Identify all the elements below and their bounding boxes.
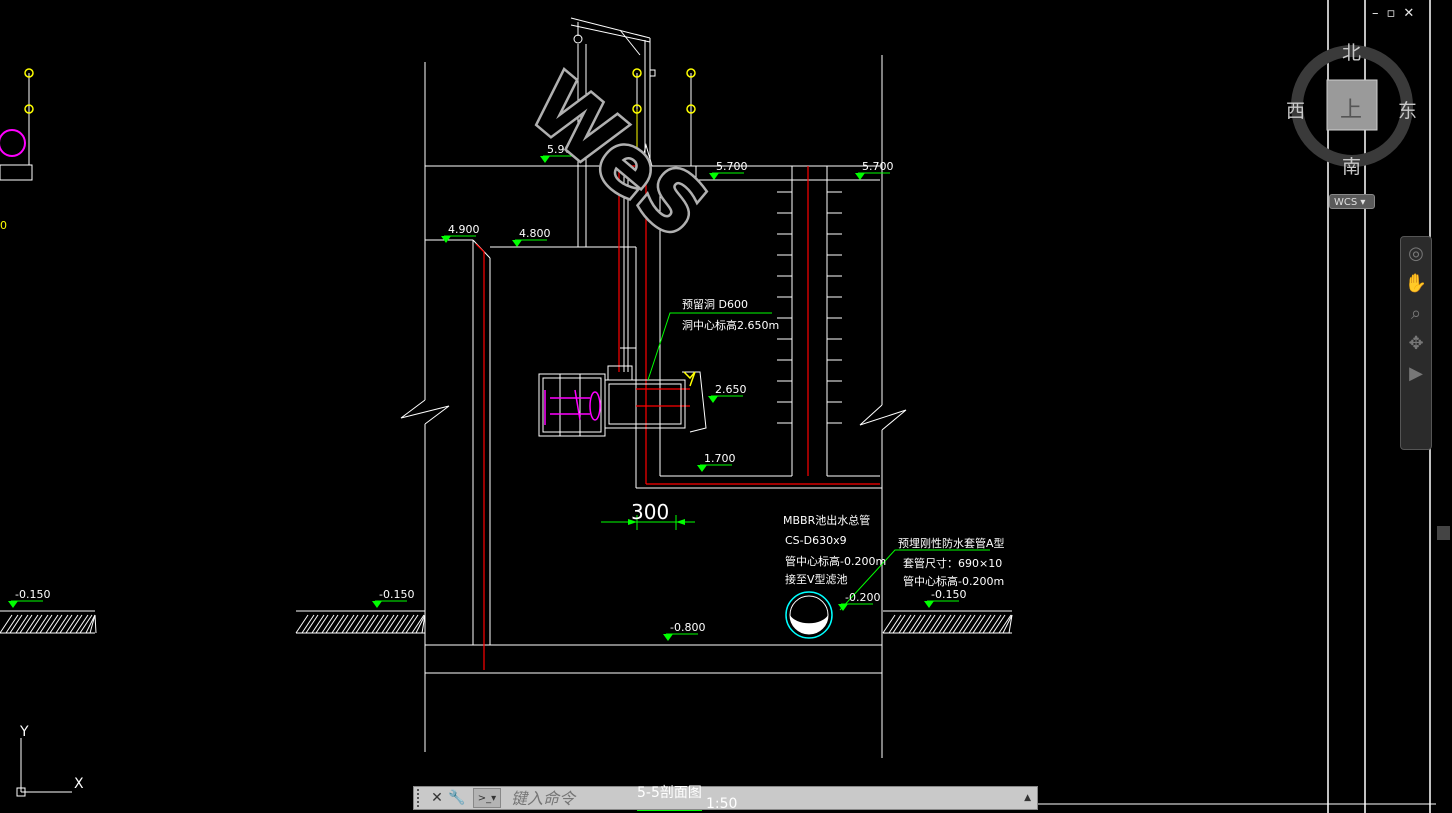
elevation-triangle — [8, 601, 18, 608]
ground-hatch-left — [0, 610, 1012, 634]
annotation-text: 套管尺寸：690×10 — [903, 556, 1002, 570]
elevation-label: -0.150 — [379, 588, 414, 601]
annotation-text: 接至V型滤池 — [785, 572, 848, 586]
elevation-label: 5.700 — [862, 160, 894, 173]
elevation-label: 4.800 — [519, 227, 551, 240]
elevation-label: 1.700 — [704, 452, 736, 465]
section-scale: 1:50 — [706, 796, 738, 812]
annotation-text: 预埋刚性防水套管A型 — [898, 536, 1005, 550]
zoom-icon[interactable]: ⌕ — [1403, 301, 1429, 327]
annotation-text: MBBR池出水总管 — [783, 513, 870, 527]
wcs-menu[interactable]: WCS ▾ — [1329, 194, 1375, 209]
hatch-stroke — [0, 614, 13, 634]
close-icon[interactable]: ✕ — [427, 790, 447, 806]
elevation-triangle — [512, 240, 522, 247]
annotation-text: 管中心标高-0.200m — [785, 554, 886, 568]
yellow-markers — [632, 68, 696, 114]
steering-wheel-icon[interactable]: ◎ — [1403, 241, 1429, 267]
hatch-stroke — [882, 614, 896, 634]
ucs-x-label: X — [74, 776, 84, 792]
recent-commands-button[interactable]: >_▾ — [473, 788, 501, 808]
wcs-label: WCS — [1334, 197, 1358, 208]
drawing-canvas[interactable]: 5.9005.700 5.7004.900 4.8002.6501.700-0.15… — [0, 0, 1452, 813]
elevation-triangle — [697, 465, 707, 472]
close-icon[interactable]: ✕ — [1403, 6, 1414, 21]
showmotion-icon[interactable]: ▶ — [1403, 361, 1429, 387]
outlet-pipe-section — [785, 591, 833, 639]
drag-grip[interactable] — [417, 789, 427, 807]
vertical-scrollbar[interactable] — [1436, 0, 1452, 813]
annotation-text: 预留洞 D600 — [682, 298, 748, 311]
left-partial-object — [0, 68, 34, 181]
elevation-triangle — [372, 601, 382, 608]
window-controls: – ▫ ✕ — [1372, 6, 1414, 21]
elevation-label: 5.700 — [716, 160, 748, 173]
history-arrow-icon[interactable]: ▲ — [1024, 793, 1031, 803]
elevation-label: 2.650 — [715, 383, 747, 396]
section-title: 5-5剖面图 — [637, 785, 702, 801]
elevation-label: -0.800 — [670, 621, 705, 634]
elevation-triangle — [708, 396, 718, 403]
restore-icon[interactable]: ▫ — [1387, 6, 1396, 21]
ucs-y-label: Y — [20, 724, 29, 740]
viewcube-east[interactable]: 东 — [1398, 96, 1417, 123]
elevation-label: -0.200 — [845, 591, 880, 604]
pump-magenta — [544, 389, 601, 425]
ucs-icon — [16, 738, 72, 797]
elevation-triangle — [924, 601, 934, 608]
ground-hatch-pattern — [0, 614, 1013, 634]
elevation-label: -0.150 — [15, 588, 50, 601]
viewcube-west[interactable]: 西 — [1286, 96, 1305, 123]
elevation-triangle — [838, 604, 848, 611]
hatch-stroke — [94, 614, 97, 634]
navigation-bar: ◎ ✋ ⌕ ✥ ▶ — [1400, 236, 1432, 450]
minimize-icon[interactable]: – — [1372, 6, 1379, 21]
pump-yellow — [683, 371, 696, 387]
wall-ticks — [777, 191, 842, 424]
scrollbar-thumb[interactable] — [1437, 526, 1450, 540]
annotation-text: 洞中心标高2.650m — [682, 318, 779, 332]
pump-assembly — [538, 347, 707, 437]
elevation-triangle — [663, 634, 673, 641]
dimension-label: 300 — [631, 500, 669, 524]
viewcube-north[interactable]: 北 — [1342, 38, 1361, 65]
wrench-icon[interactable]: 🔧 — [447, 790, 467, 806]
elevation-label: 4.900 — [448, 223, 480, 236]
pan-hand-icon[interactable]: ✋ — [1403, 271, 1429, 297]
hatch-stroke — [295, 614, 309, 634]
orbit-icon[interactable]: ✥ — [1403, 331, 1429, 357]
elevation-label: -0.150 — [931, 588, 966, 601]
viewcube-top-face[interactable]: 上 — [1340, 92, 1362, 124]
annotation-text: CS-D630x9 — [785, 534, 847, 547]
annotation-text: 管中心标高-0.200m — [903, 574, 1004, 588]
elevation-label-partial: 0 — [0, 219, 7, 232]
elevation-triangle — [855, 173, 865, 180]
viewcube-south[interactable]: 南 — [1342, 152, 1361, 179]
